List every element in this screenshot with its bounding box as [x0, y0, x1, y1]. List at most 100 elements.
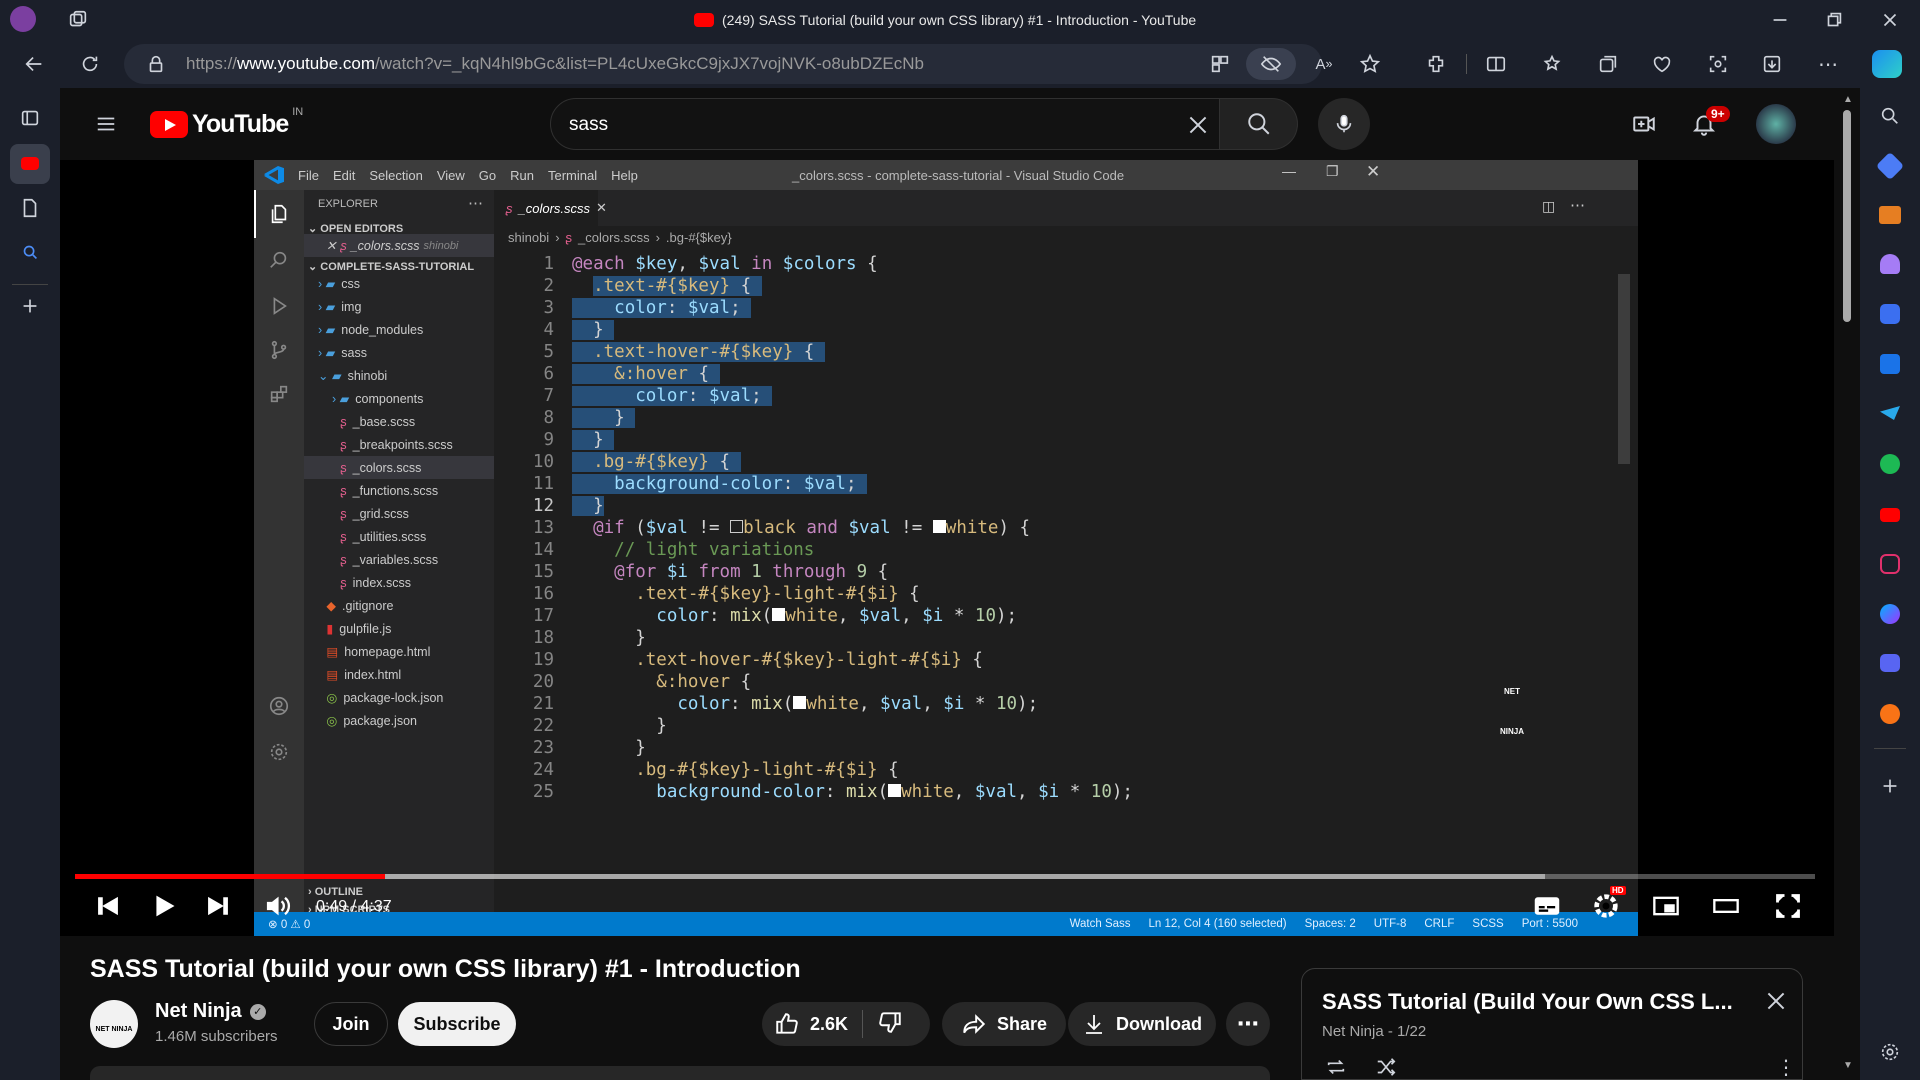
- loop-playlist-icon[interactable]: [1322, 1053, 1350, 1080]
- playlist-title[interactable]: SASS Tutorial (Build Your Own CSS L...: [1322, 989, 1733, 1015]
- tab-document-icon[interactable]: [16, 194, 44, 222]
- search-button[interactable]: [1220, 98, 1298, 150]
- status-item: UTF-8: [1373, 918, 1407, 930]
- tools-briefcase-icon[interactable]: [1879, 206, 1901, 224]
- tab-actions-icon[interactable]: [16, 104, 44, 132]
- status-item: Watch Sass: [1069, 918, 1131, 930]
- youtube-logo[interactable]: YouTube IN: [150, 106, 303, 139]
- accounts-icon: [265, 692, 293, 720]
- channel-name-row[interactable]: Net Ninja ✓: [155, 1000, 266, 1023]
- page-scrollbar[interactable]: ▲ ▼: [1834, 88, 1860, 1080]
- create-video-icon[interactable]: [1630, 110, 1658, 138]
- join-button[interactable]: Join: [314, 1002, 388, 1046]
- instagram-icon[interactable]: [1880, 554, 1900, 574]
- description-box[interactable]: [90, 1066, 1270, 1080]
- tab-search-icon[interactable]: [16, 238, 44, 266]
- copilot-icon[interactable]: [1872, 50, 1902, 78]
- messenger-icon[interactable]: [1880, 604, 1900, 624]
- download-button[interactable]: Download: [1068, 1002, 1216, 1046]
- line-number: 7: [543, 386, 554, 406]
- previous-button[interactable]: [94, 892, 122, 925]
- outlook-icon[interactable]: [1880, 354, 1900, 374]
- profile-icon[interactable]: [10, 6, 36, 32]
- web-capture-icon[interactable]: [1704, 50, 1732, 78]
- lock-icon[interactable]: [142, 50, 170, 78]
- scroll-down-arrow-icon[interactable]: ▼: [1843, 1060, 1853, 1071]
- menu-hamburger-icon[interactable]: [92, 110, 120, 138]
- telegram-icon[interactable]: [1880, 406, 1900, 420]
- discord-icon[interactable]: [1880, 654, 1900, 672]
- play-button[interactable]: [150, 892, 178, 925]
- app-available-icon[interactable]: [1206, 50, 1234, 78]
- youtube-sidebar-icon[interactable]: [1880, 508, 1900, 522]
- restore-icon[interactable]: [1820, 6, 1848, 34]
- line-number: 11: [532, 474, 554, 494]
- more-actions-button[interactable]: ⋯: [1226, 1002, 1270, 1046]
- copilot-designer-icon[interactable]: [1880, 304, 1900, 324]
- url-bar[interactable]: https://www.youtube.com/watch?v=_kqN4hl9…: [124, 44, 1381, 84]
- workspaces-icon[interactable]: [64, 6, 92, 34]
- line-number: 4: [543, 320, 554, 340]
- like-button[interactable]: 2.6K: [774, 1010, 864, 1038]
- code-line-3: color: $val;: [572, 298, 752, 318]
- code-line-8: }: [572, 408, 636, 428]
- line-number: 9: [543, 430, 554, 450]
- more-menu-icon[interactable]: ⋯: [1814, 50, 1842, 78]
- url-text[interactable]: https://www.youtube.com/watch?v=_kqN4hl9…: [186, 54, 924, 74]
- favorites-icon[interactable]: [1538, 50, 1566, 78]
- playlist-more-icon[interactable]: ⋮: [1772, 1053, 1800, 1080]
- dislike-button[interactable]: [863, 1009, 903, 1040]
- share-button[interactable]: Share: [942, 1002, 1066, 1046]
- tab-youtube[interactable]: [10, 144, 50, 184]
- extensions-icon[interactable]: [1422, 50, 1450, 78]
- vscode-activity-bar: [254, 190, 304, 936]
- verified-check-icon: ✓: [249, 1003, 266, 1020]
- net-ninja-watermark: NET NINJA: [1499, 687, 1524, 736]
- account-avatar[interactable]: [1756, 104, 1796, 144]
- clear-search-icon[interactable]: [1181, 110, 1215, 140]
- subscribe-button[interactable]: Subscribe: [398, 1002, 516, 1046]
- gulp-icon: ▮: [326, 622, 334, 636]
- next-button[interactable]: [204, 892, 232, 925]
- voice-search-button[interactable]: [1318, 98, 1370, 150]
- collections-icon[interactable]: [1594, 50, 1622, 78]
- browser-essentials-icon[interactable]: [1648, 50, 1676, 78]
- spotify-icon[interactable]: [1880, 454, 1900, 474]
- games-icon[interactable]: [1880, 254, 1900, 274]
- fullscreen-button[interactable]: [1774, 892, 1802, 925]
- add-sidebar-app-icon[interactable]: [1876, 772, 1904, 800]
- tracking-prevention-button[interactable]: [1246, 48, 1296, 80]
- minimize-icon[interactable]: [1766, 6, 1794, 34]
- line-number: 5: [543, 342, 554, 362]
- scrollbar-thumb[interactable]: [1843, 110, 1851, 322]
- sidebar-settings-icon[interactable]: [1876, 1038, 1904, 1066]
- new-tab-icon[interactable]: [16, 292, 44, 320]
- scroll-up-arrow-icon[interactable]: ▲: [1843, 94, 1853, 105]
- read-aloud-icon[interactable]: A»: [1310, 50, 1338, 78]
- shuffle-icon[interactable]: [1372, 1053, 1400, 1080]
- channel-avatar[interactable]: NET NINJA: [90, 1000, 138, 1048]
- close-playlist-icon[interactable]: [1762, 987, 1790, 1015]
- code-line-20: &:hover {: [656, 672, 752, 692]
- line-number: 6: [543, 364, 554, 384]
- split-screen-icon[interactable]: [1482, 50, 1510, 78]
- refresh-icon[interactable]: [76, 50, 104, 78]
- youtube-play-logo-icon: [150, 111, 188, 138]
- shopping-tag-icon[interactable]: [1875, 151, 1905, 181]
- channel-name[interactable]: Net Ninja: [155, 1000, 242, 1023]
- back-icon[interactable]: [20, 50, 48, 78]
- volume-button[interactable]: [264, 892, 292, 925]
- file-tree: › ▰ css › ▰ img › ▰ node_modules › ▰ sass ⌄ ▰ shi…: [304, 272, 494, 732]
- close-window-icon[interactable]: [1876, 6, 1904, 34]
- captions-button[interactable]: [1532, 892, 1562, 925]
- sass-file-icon: ʂ: [340, 437, 347, 452]
- code-line-12: }: [572, 496, 604, 516]
- reading-view-icon[interactable]: [1758, 50, 1786, 78]
- search-input[interactable]: sass: [550, 98, 1220, 150]
- miniplayer-button[interactable]: [1652, 892, 1680, 925]
- sidebar-search-icon[interactable]: [1876, 102, 1904, 130]
- app-orange-icon[interactable]: [1880, 704, 1900, 724]
- theater-mode-button[interactable]: [1712, 892, 1740, 925]
- favorite-star-icon[interactable]: [1356, 50, 1384, 78]
- settings-button[interactable]: HD: [1592, 886, 1626, 925]
